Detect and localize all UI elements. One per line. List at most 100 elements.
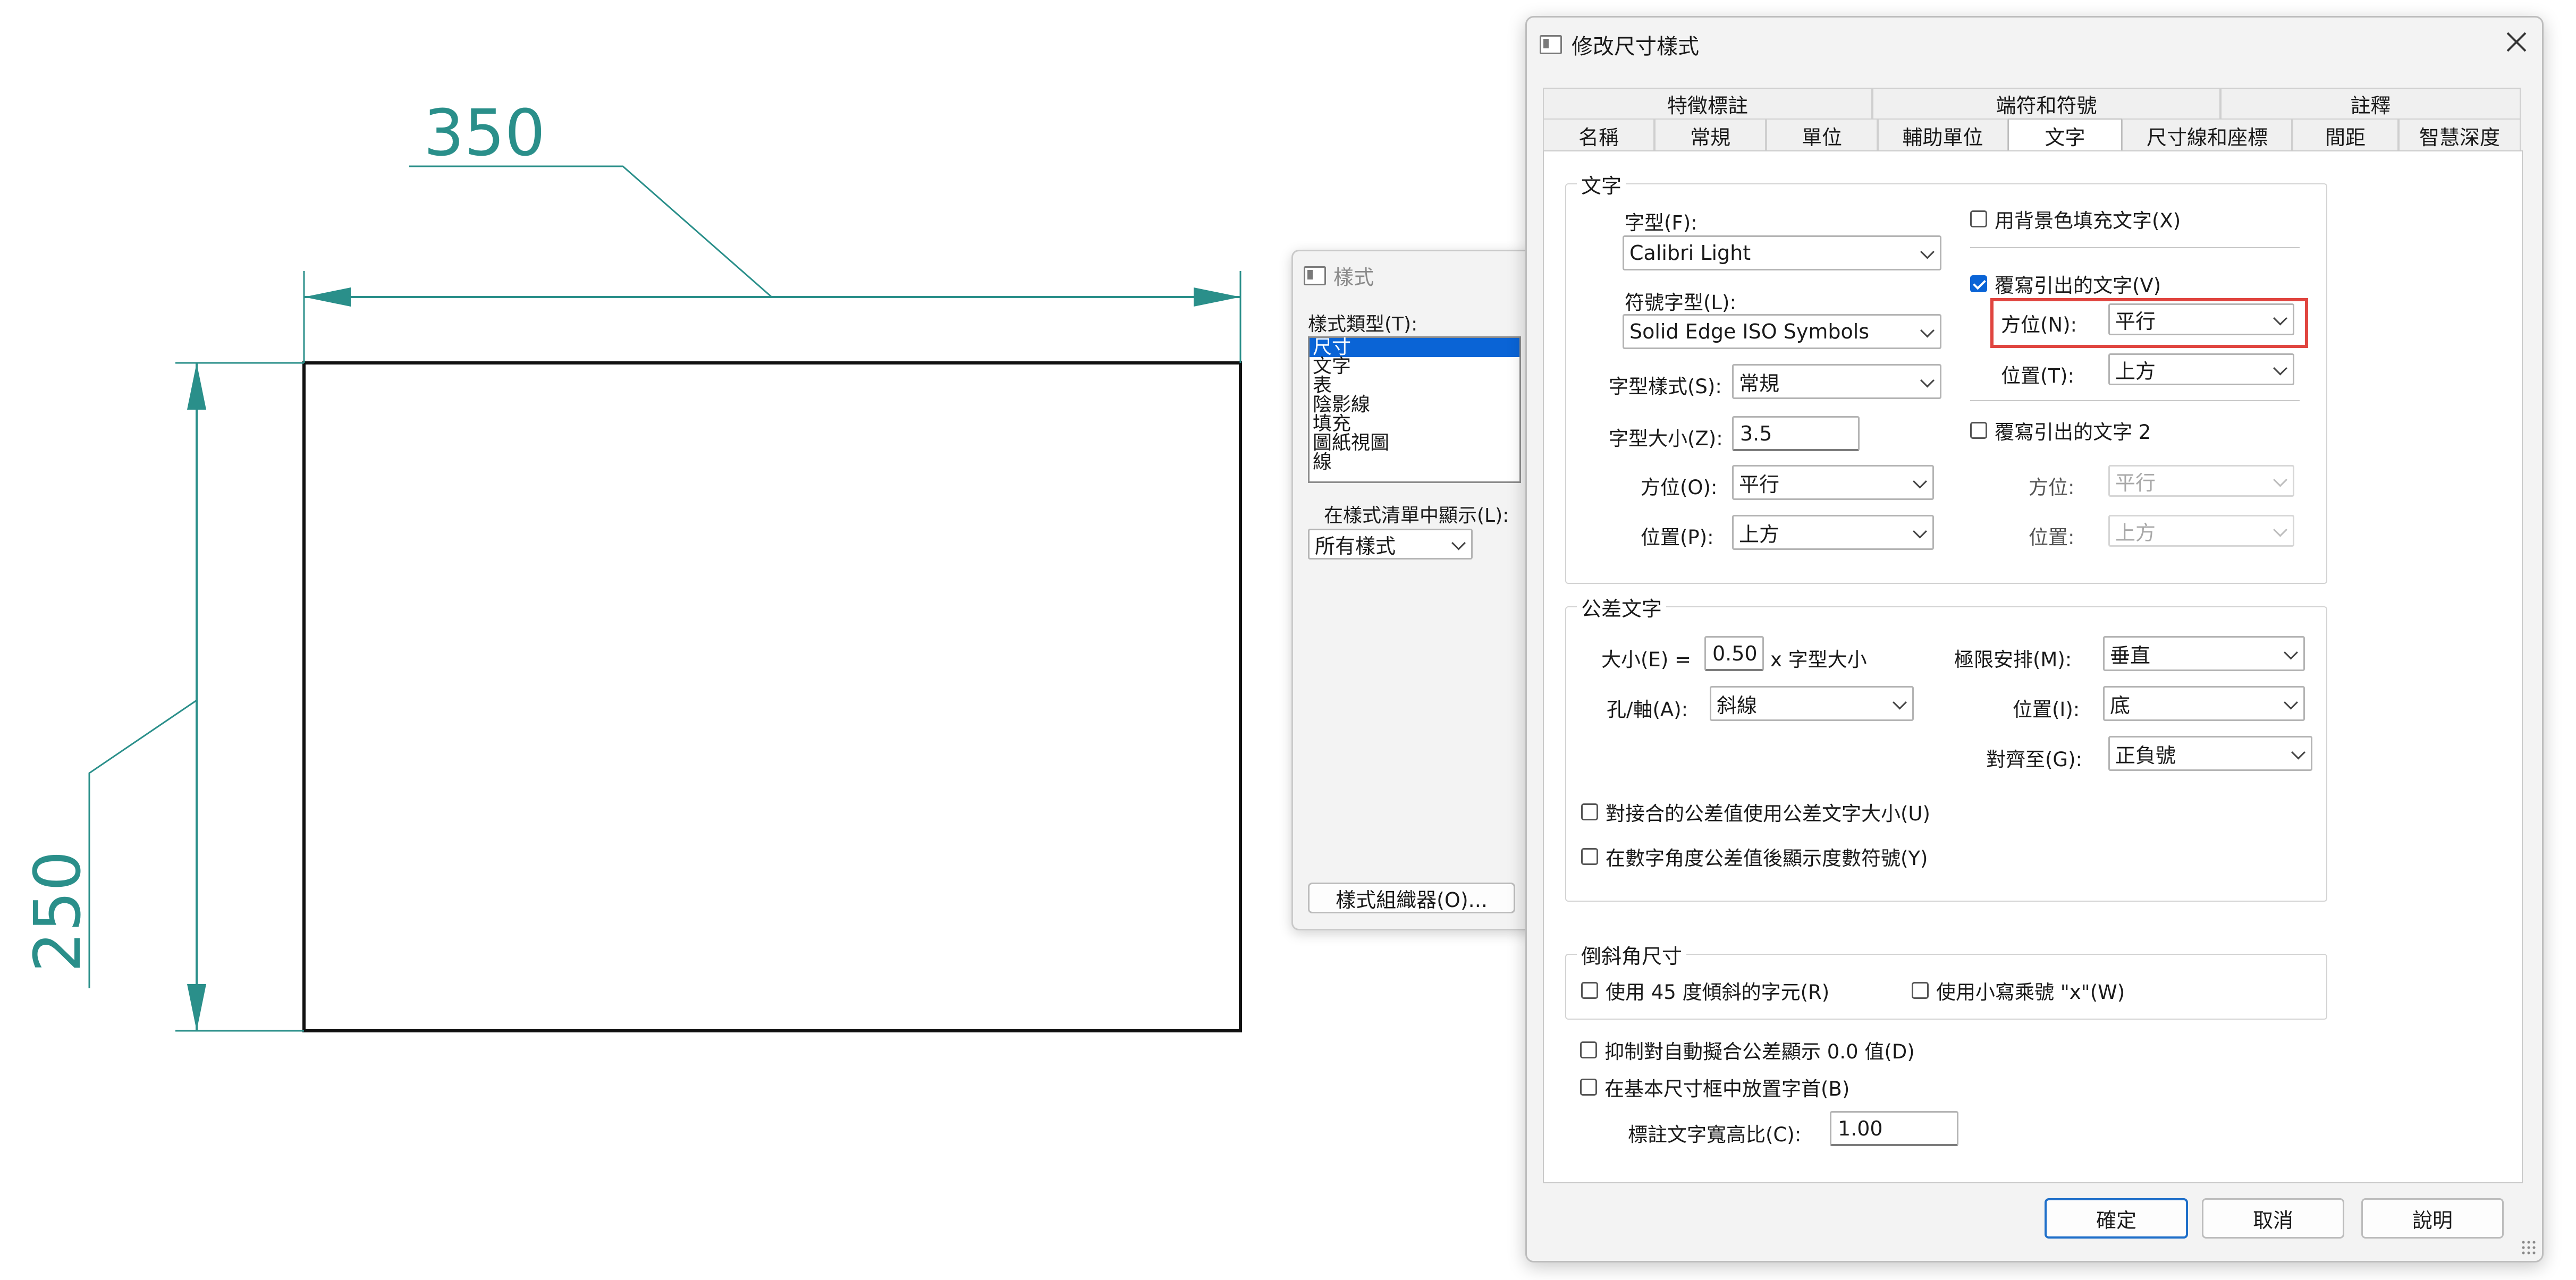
list-item[interactable]: 表 <box>1310 376 1519 395</box>
dimension-arrow-top <box>187 363 206 410</box>
window-icon <box>1540 35 1562 54</box>
limit-arrangement-label: 極限安排(M): <box>1954 648 2072 671</box>
aspect-ratio-input[interactable]: 1.00 <box>1830 1111 1958 1146</box>
rectangle-geometry[interactable] <box>302 361 1242 1032</box>
leader2-position-dropdown[interactable]: 上方 <box>2108 515 2294 547</box>
list-item[interactable]: 填充 <box>1310 414 1519 434</box>
horizontal-dimension-leader <box>409 165 772 298</box>
ok-button[interactable]: 確定 <box>2045 1198 2188 1239</box>
use-45-degree-label: 使用 45 度傾斜的字元(R) <box>1606 981 1830 1004</box>
aspect-ratio-label: 標註文字寬高比(C): <box>1628 1123 1802 1146</box>
list-item[interactable]: 文字 <box>1310 357 1519 376</box>
checkbox-checked-icon <box>1970 275 1987 292</box>
tolerance-size-input[interactable]: 0.50 <box>1704 636 1764 671</box>
show-in-list-value: 所有樣式 <box>1315 534 1396 558</box>
chevron-down-icon <box>2284 695 2298 710</box>
align-to-dropdown[interactable]: 正負號 <box>2108 736 2312 771</box>
dialog-title: 修改尺寸樣式 <box>1572 35 1699 59</box>
text-group-title: 文字 <box>1577 169 1626 199</box>
style-type-list[interactable]: 尺寸 文字 表 陰影線 填充 圖紙視圖 線 <box>1308 336 1521 483</box>
chevron-down-icon <box>2291 745 2305 760</box>
style-organizer-button[interactable]: 樣式組織器(O)... <box>1308 883 1515 913</box>
separator <box>1970 400 2300 401</box>
basic-box-prefix-checkbox[interactable]: 在基本尺寸框中放置字首(B) <box>1580 1073 1849 1101</box>
limit-arrangement-dropdown[interactable]: 垂直 <box>2103 636 2305 671</box>
tolerance-size-suffix: x 字型大小 <box>1770 648 1867 671</box>
tab-units[interactable]: 單位 <box>1766 118 1878 151</box>
horizontal-dimension-text[interactable]: 350 <box>424 97 545 171</box>
tab-general[interactable]: 常規 <box>1654 118 1766 151</box>
resize-grip-icon[interactable] <box>2521 1240 2537 1256</box>
separator <box>1970 247 2300 248</box>
cancel-button[interactable]: 取消 <box>2202 1198 2344 1239</box>
symbol-font-label: 符號字型(L): <box>1625 291 1736 314</box>
help-button[interactable]: 說明 <box>2361 1198 2504 1239</box>
text-group: 文字 字型(F): Calibri Light 符號字型(L): Solid E… <box>1565 169 2327 584</box>
chevron-down-icon <box>2284 645 2298 660</box>
list-item[interactable]: 線 <box>1310 453 1519 472</box>
hole-shaft-label: 孔/軸(A): <box>1607 698 1688 721</box>
leader-orientation-dropdown[interactable]: 平行 <box>2108 303 2294 335</box>
dialog-titlebar[interactable]: 修改尺寸樣式 <box>1540 29 1699 60</box>
suppress-zero-checkbox[interactable]: 抑制對自動擬合公差顯示 0.0 值(D) <box>1580 1036 1915 1064</box>
chevron-down-icon <box>1913 474 1927 489</box>
override-leader-text-label: 覆寫引出的文字(V) <box>1995 274 2161 297</box>
chevron-down-icon <box>1893 695 1907 710</box>
override-leader-text2-checkbox[interactable]: 覆寫引出的文字 2 <box>1970 416 2151 445</box>
tab-spacing[interactable]: 間距 <box>2292 118 2398 151</box>
tab-terminators-symbols[interactable]: 端符和符號 <box>1872 88 2220 118</box>
leader-position-dropdown[interactable]: 上方 <box>2108 353 2294 385</box>
lowercase-x-checkbox[interactable]: 使用小寫乘號 "x"(W) <box>1912 976 2125 1005</box>
fill-background-checkbox[interactable]: 用背景色填充文字(X) <box>1970 205 2181 233</box>
show-in-list-label: 在樣式清單中顯示(L): <box>1324 505 1509 527</box>
tab-name[interactable]: 名稱 <box>1543 118 1654 151</box>
tab-smart-depth[interactable]: 智慧深度 <box>2398 118 2521 151</box>
basic-box-prefix-label: 在基本尺寸框中放置字首(B) <box>1604 1078 1850 1100</box>
limit-arrangement-value: 垂直 <box>2110 643 2151 667</box>
chevron-down-icon <box>2273 361 2287 376</box>
orientation-dropdown[interactable]: 平行 <box>1732 465 1934 500</box>
list-item[interactable]: 尺寸 <box>1310 338 1519 357</box>
list-item[interactable]: 圖紙視圖 <box>1310 434 1519 453</box>
styles-panel-title: 樣式 <box>1333 266 1374 289</box>
tab-dimension-lines[interactable]: 尺寸線和座標 <box>2122 118 2292 151</box>
close-icon[interactable] <box>2502 27 2531 57</box>
show-in-list-dropdown[interactable]: 所有樣式 <box>1308 529 1473 560</box>
chevron-down-icon <box>1920 323 1935 338</box>
tab-text[interactable]: 文字 <box>2008 118 2122 151</box>
tolerance-position-dropdown[interactable]: 底 <box>2103 686 2305 721</box>
position-value: 上方 <box>1739 522 1780 546</box>
lowercase-x-label: 使用小寫乘號 "x"(W) <box>1936 981 2125 1004</box>
chevron-down-icon <box>1451 536 1466 550</box>
vertical-dimension-leader <box>88 699 197 988</box>
font-dropdown[interactable]: Calibri Light <box>1623 235 1941 270</box>
override-leader-text2-label: 覆寫引出的文字 2 <box>1995 421 2151 444</box>
checkbox-unchecked-icon <box>1581 803 1598 820</box>
leader2-orientation-dropdown[interactable]: 平行 <box>2108 465 2294 497</box>
align-to-label: 對齊至(G): <box>1986 748 2083 771</box>
align-to-value: 正負號 <box>2115 743 2176 767</box>
hole-shaft-value: 斜線 <box>1717 693 1758 717</box>
use-45-degree-checkbox[interactable]: 使用 45 度傾斜的字元(R) <box>1581 976 1829 1005</box>
tab-feature-annotation[interactable]: 特徵標註 <box>1543 88 1872 118</box>
style-type-label: 樣式類型(T): <box>1308 313 1418 335</box>
dimension-arrow-bottom <box>187 984 206 1031</box>
fit-tolerance-size-checkbox[interactable]: 對接合的公差值使用公差文字大小(U) <box>1581 798 1930 826</box>
degree-symbol-checkbox[interactable]: 在數字角度公差值後顯示度數符號(Y) <box>1581 842 1928 871</box>
position-dropdown[interactable]: 上方 <box>1732 515 1934 550</box>
font-style-label: 字型樣式(S): <box>1609 375 1722 398</box>
styles-panel-titlebar[interactable]: 樣式 <box>1304 261 1374 290</box>
font-style-dropdown[interactable]: 常規 <box>1732 364 1941 399</box>
tab-secondary-units[interactable]: 輔助單位 <box>1878 118 2008 151</box>
symbol-font-dropdown[interactable]: Solid Edge ISO Symbols <box>1623 314 1941 349</box>
leader-position-label: 位置(T): <box>2001 364 2074 387</box>
font-size-input[interactable]: 3.5 <box>1732 416 1860 451</box>
override-leader-text-checkbox[interactable]: 覆寫引出的文字(V) <box>1970 269 2161 298</box>
chamfer-group-title: 倒斜角尺寸 <box>1577 940 1687 969</box>
tab-annotations[interactable]: 註釋 <box>2220 88 2521 118</box>
vertical-dimension-text[interactable]: 250 <box>21 851 95 972</box>
font-label: 字型(F): <box>1625 211 1697 234</box>
hole-shaft-dropdown[interactable]: 斜線 <box>1710 686 1914 721</box>
list-item[interactable]: 陰影線 <box>1310 395 1519 414</box>
orientation-label: 方位(O): <box>1641 476 1718 499</box>
